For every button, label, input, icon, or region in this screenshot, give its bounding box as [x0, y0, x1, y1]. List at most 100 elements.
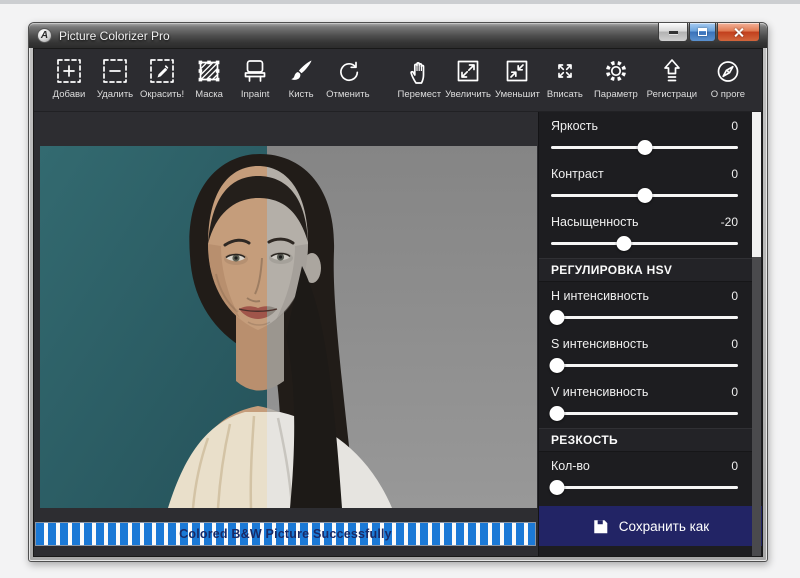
slider[interactable] [551, 231, 738, 256]
tool-label: Параметр [594, 89, 638, 100]
slider-head: Кол-во0 [551, 459, 738, 475]
slider-head: H интенсивность 0 [551, 289, 738, 305]
slider-value: 0 [731, 337, 738, 351]
maximize-button[interactable] [689, 23, 716, 42]
slider[interactable] [551, 401, 738, 426]
slider[interactable] [551, 353, 738, 378]
tool-inpaint[interactable]: Inpaint [232, 56, 278, 100]
app-window: A Picture Colorizer Pro ДобавиУдалитьОкр… [28, 22, 768, 562]
section-header: РЕЗКОСТЬ [539, 428, 752, 452]
compass-icon [713, 56, 743, 86]
brush-icon [286, 56, 316, 86]
slider-label: H интенсивность [551, 289, 649, 303]
hand-icon [404, 56, 434, 86]
toolbar-left: Добави УдалитьОкрасить!МаскаInpaint Кисть О… [46, 56, 588, 100]
colorize-icon [147, 56, 177, 86]
close-button[interactable] [717, 23, 760, 42]
tool-colorize[interactable]: Окрасить! [138, 56, 186, 100]
slider-value: 0 [731, 289, 738, 303]
slider-value: 0 [731, 385, 738, 399]
desktop-top-strip [0, 0, 800, 4]
remove-selection-icon [100, 56, 130, 86]
slider-thumb[interactable] [549, 406, 564, 421]
mask-icon [194, 56, 224, 86]
slider-head: Контраст 0 [551, 167, 738, 183]
save-icon [592, 518, 609, 535]
slider-label: Контраст [551, 167, 604, 181]
slider-row: S интенсивность 0 [539, 330, 752, 378]
tool-undo[interactable]: Отменить [324, 56, 371, 100]
inpaint-icon [240, 56, 270, 86]
section-header: РЕГУЛИРОВКА HSV [539, 258, 752, 282]
slider-head: V интенсивность 0 [551, 385, 738, 401]
slider-value: 0 [731, 119, 738, 133]
slider-head: Яркость0 [551, 119, 738, 135]
tool-label: О проге [711, 89, 745, 100]
slider-head: S интенсивность 0 [551, 337, 738, 353]
fit-icon [550, 56, 580, 86]
slider-track[interactable] [551, 364, 738, 367]
tool-fit[interactable]: Вписать [542, 56, 588, 100]
adjustment-panel: Яркость0 Контраст 0 Насыщенность-20 РЕГУЛИРО… [538, 112, 762, 556]
slider-track[interactable] [551, 316, 738, 319]
slider-label: V интенсивность [551, 385, 648, 399]
slider[interactable] [551, 475, 738, 500]
slider-value: -20 [721, 215, 738, 229]
tool-hand[interactable]: Перемест [396, 56, 444, 100]
portrait-image [40, 146, 537, 508]
slider-row: V интенсивность 0 [539, 378, 752, 426]
gear-icon [601, 56, 631, 86]
tool-compass[interactable]: О проге [700, 56, 756, 100]
tool-add-selection[interactable]: Добави [46, 56, 92, 100]
slider-head: Насыщенность-20 [551, 215, 738, 231]
tool-label: Вписать [547, 89, 583, 100]
toolbar: Добави УдалитьОкрасить!МаскаInpaint Кисть О… [34, 49, 762, 112]
slider-track[interactable] [551, 486, 738, 489]
close-icon [733, 27, 744, 38]
minimize-icon [669, 31, 678, 34]
tool-label: Кисть [289, 89, 314, 100]
slider[interactable] [551, 135, 738, 160]
slider-thumb[interactable] [616, 236, 631, 251]
undo-icon [333, 56, 363, 86]
slider-thumb[interactable] [549, 480, 564, 495]
slider[interactable] [551, 305, 738, 330]
tool-remove-selection[interactable]: Удалить [92, 56, 138, 100]
tool-label: Отменить [326, 89, 369, 100]
save-as-button[interactable]: Сохранить как [539, 506, 762, 546]
slider-thumb[interactable] [637, 140, 652, 155]
tool-zoom-in[interactable]: Увеличить [443, 56, 493, 100]
tool-label: Добави [53, 89, 86, 100]
slider-thumb[interactable] [637, 188, 652, 203]
add-selection-icon [54, 56, 84, 86]
slider-thumb[interactable] [549, 358, 564, 373]
slider-value: 0 [731, 167, 738, 181]
window-title: Picture Colorizer Pro [59, 29, 170, 43]
slider-label: Кол-во [551, 459, 590, 473]
tool-mask[interactable]: Маска [186, 56, 232, 100]
canvas-area: Colored B&W Picture Successfully [34, 112, 538, 556]
app-content: Добави УдалитьОкрасить!МаскаInpaint Кисть О… [33, 48, 763, 557]
slider-thumb[interactable] [549, 310, 564, 325]
minimize-button[interactable] [658, 23, 688, 42]
photo-canvas[interactable] [40, 146, 537, 508]
slider-row: Яркость0 [539, 112, 752, 160]
slider[interactable] [551, 183, 738, 208]
slider-row: Насыщенность-20 [539, 208, 752, 256]
progress-bar: Colored B&W Picture Successfully [35, 522, 536, 546]
panel-scrollbar[interactable] [752, 112, 761, 556]
slider-label: S интенсивность [551, 337, 648, 351]
progress-status-text: Colored B&W Picture Successfully [36, 523, 535, 545]
scrollbar-thumb[interactable] [752, 112, 761, 257]
tool-label: Уменьшит [495, 89, 540, 100]
main-row: Colored B&W Picture Successfully Яркость… [34, 112, 762, 556]
tool-brush[interactable]: Кисть [278, 56, 324, 100]
slider-row: Кол-во0 [539, 452, 752, 500]
upload-icon [657, 56, 687, 86]
tool-zoom-out[interactable]: Уменьшит [493, 56, 542, 100]
slider-track[interactable] [551, 412, 738, 415]
tool-upload[interactable]: Регистраци [644, 56, 700, 100]
tool-gear[interactable]: Параметр [588, 56, 644, 100]
slider-track[interactable] [551, 242, 738, 245]
toolbar-right: Параметр Регистраци О проге [588, 56, 756, 100]
